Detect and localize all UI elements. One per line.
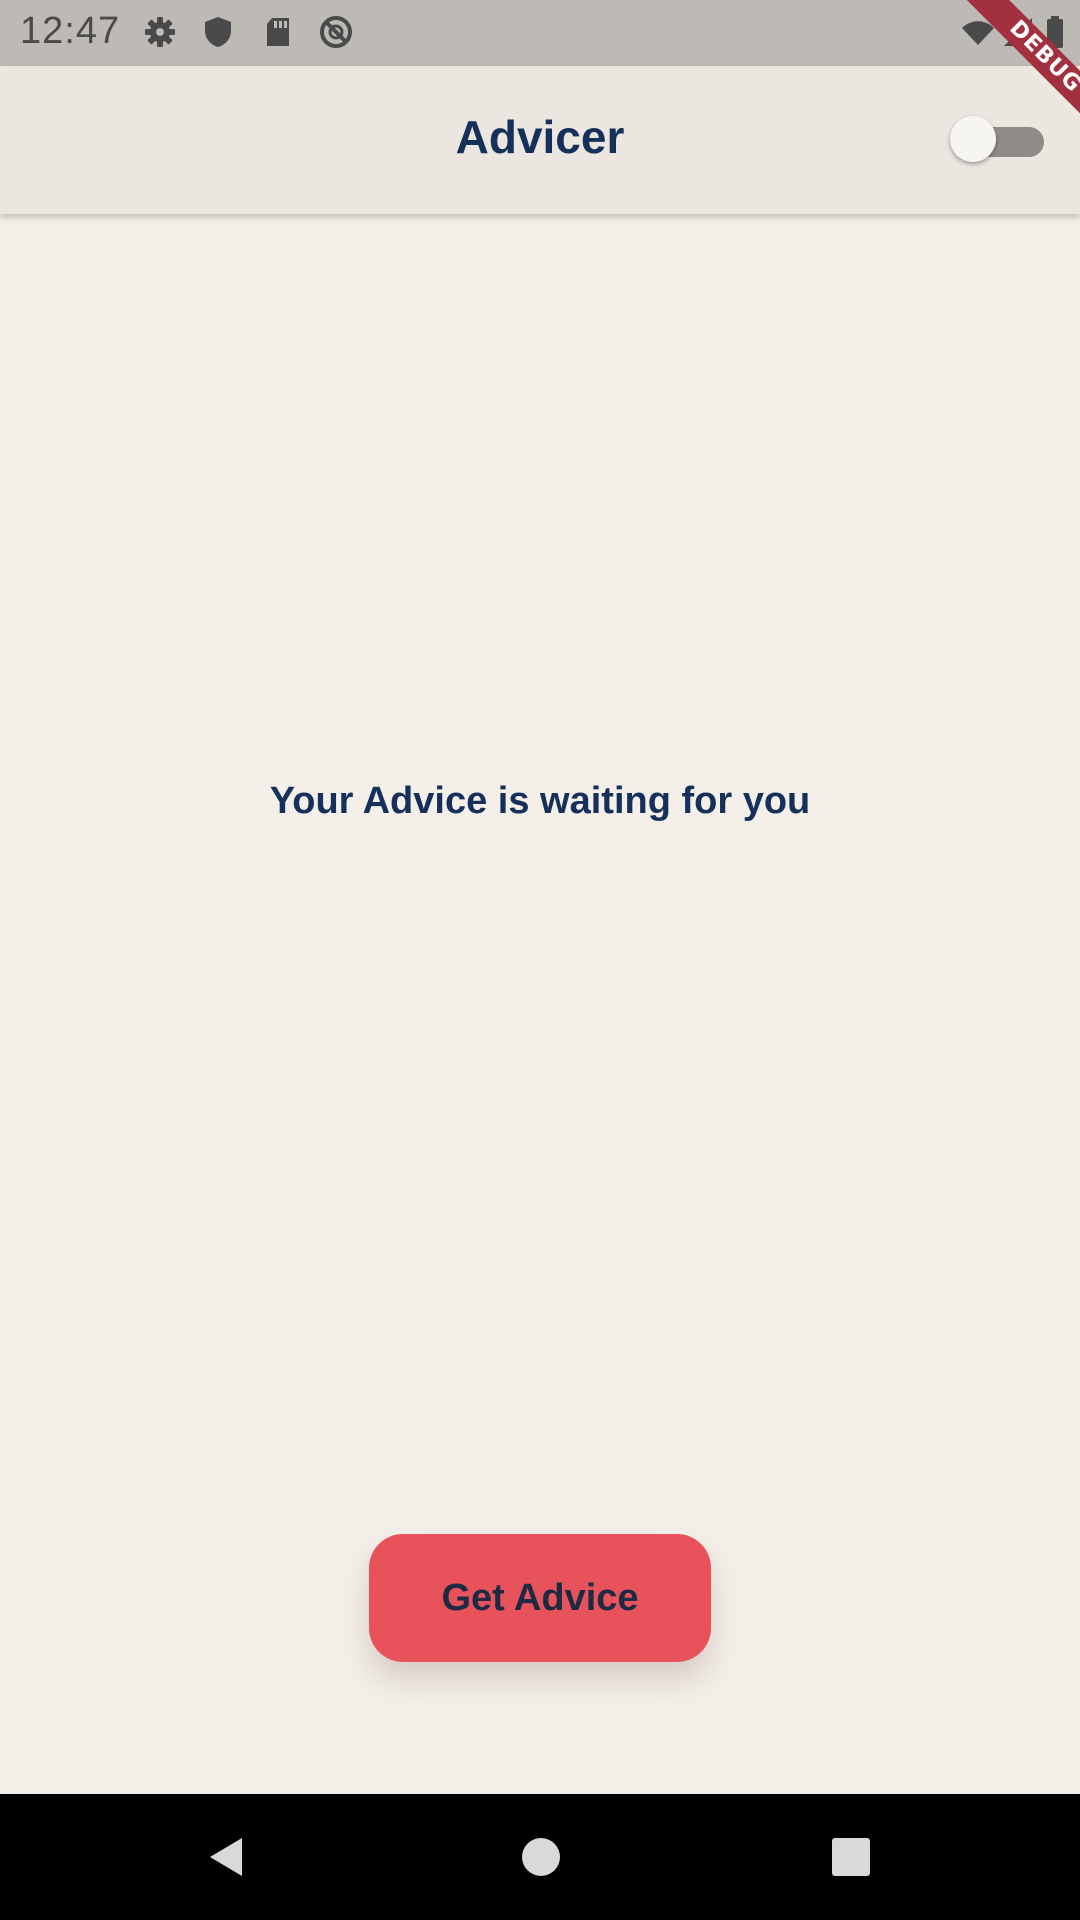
get-advice-button[interactable]: Get Advice [369,1534,711,1662]
app-bar: Advicer [0,66,1080,214]
sd-card-icon [260,14,296,50]
advice-placeholder-text: Your Advice is waiting for you [269,780,811,822]
app-screen: 12:47 Advicer DEBUG Your Advice is waiti… [0,0,1080,1920]
app-title: Advicer [455,111,625,163]
home-icon[interactable] [516,1832,566,1882]
settings-icon [142,14,178,50]
recents-icon[interactable] [826,1832,876,1882]
status-bar: 12:47 [0,0,1080,66]
status-time: 12:47 [20,10,121,52]
back-icon[interactable] [202,1832,252,1882]
theme-toggle-switch[interactable] [950,114,1050,166]
switch-thumb [950,116,996,162]
navigation-bar [0,1794,1080,1920]
shield-icon [200,14,236,50]
do-not-disturb-icon [318,14,354,50]
